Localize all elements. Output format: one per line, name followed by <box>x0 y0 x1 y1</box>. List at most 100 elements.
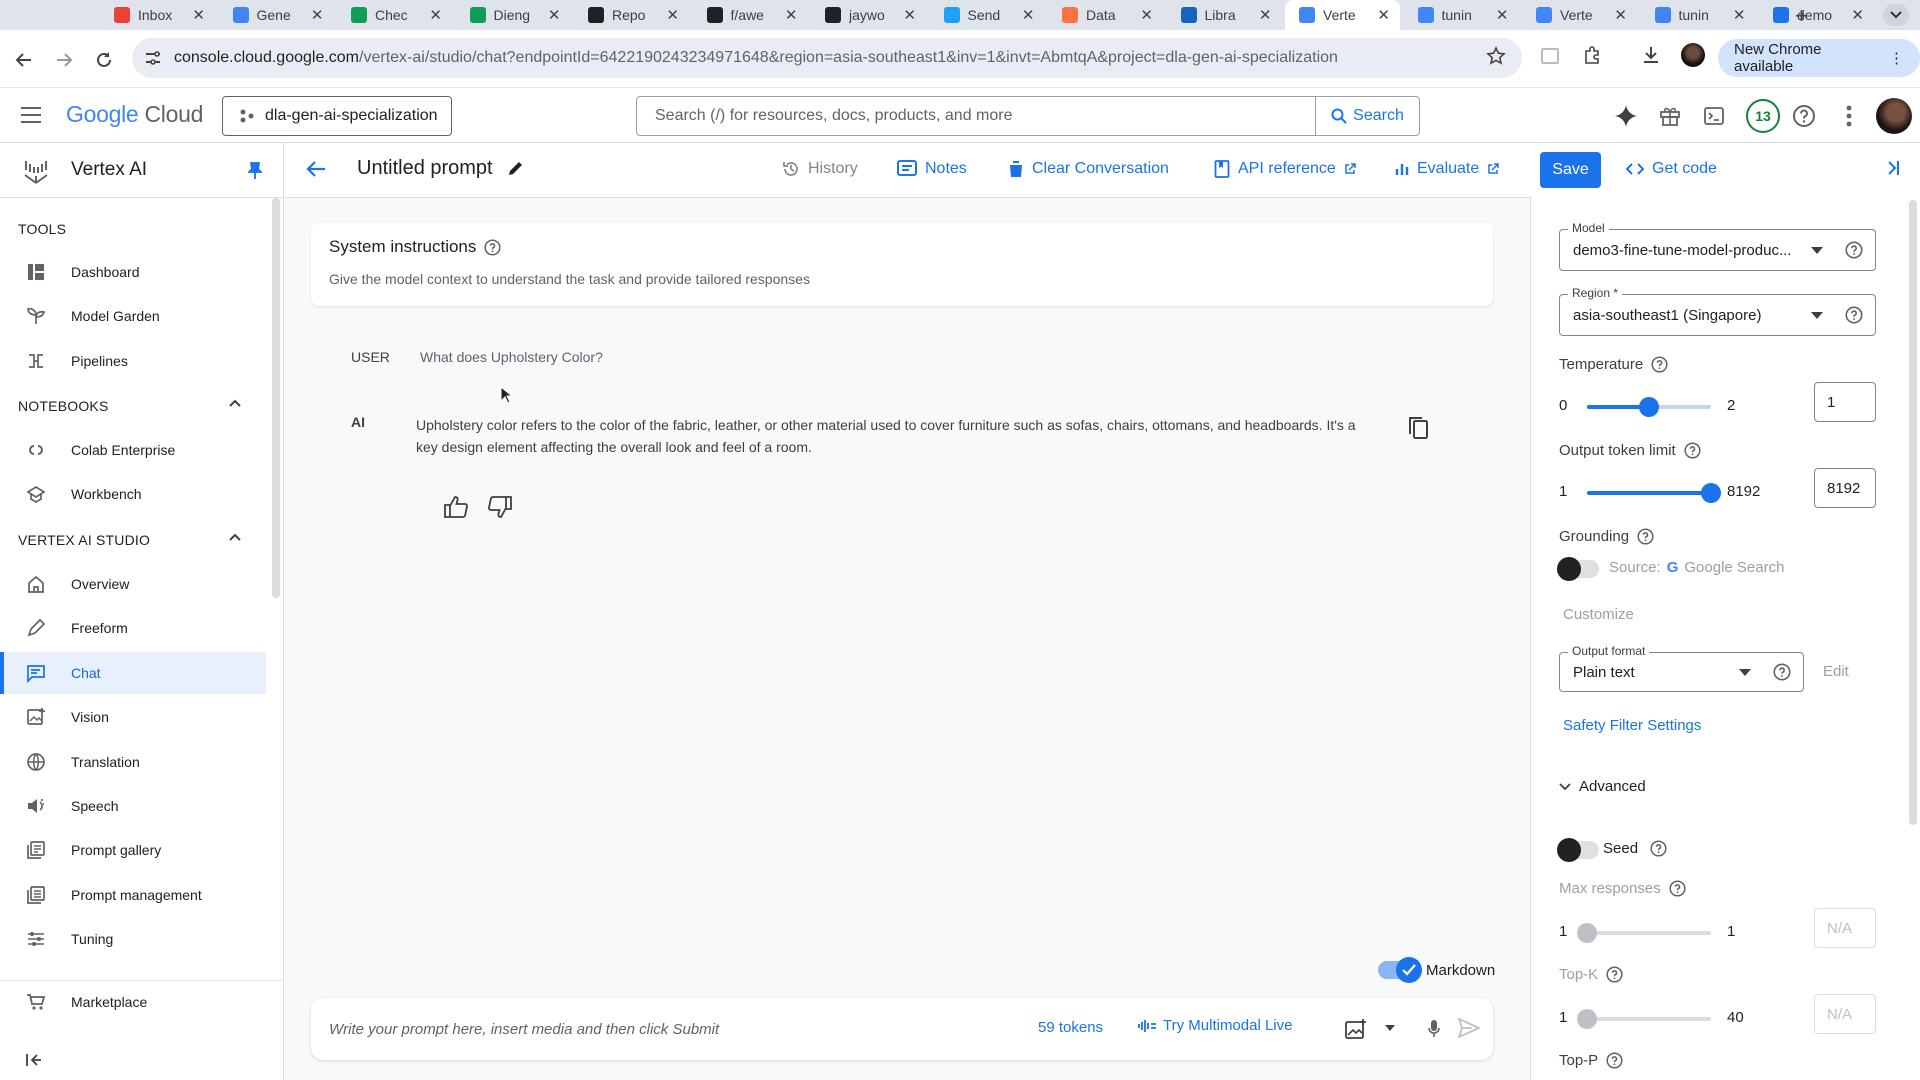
safety-filter-settings-link[interactable]: Safety Filter Settings <box>1563 717 1701 734</box>
account-avatar[interactable] <box>1876 98 1912 134</box>
temperature-input[interactable]: 1 <box>1814 382 1876 422</box>
media-dropdown-icon[interactable] <box>1385 1025 1395 1031</box>
close-tab-icon[interactable]: ✕ <box>666 6 679 24</box>
close-tab-icon[interactable]: ✕ <box>1733 6 1746 24</box>
browser-tab[interactable]: tunin ✕ <box>1641 0 1756 30</box>
seed-toggle[interactable] <box>1557 838 1599 862</box>
more-vert-icon[interactable] <box>1835 102 1863 130</box>
gift-icon[interactable] <box>1656 102 1684 130</box>
new-tab-button[interactable]: + <box>1795 3 1808 29</box>
slider-knob[interactable] <box>1701 483 1721 503</box>
copy-icon[interactable] <box>1407 415 1429 441</box>
sidebar-item-tuning[interactable]: Tuning <box>0 918 266 960</box>
browser-tab[interactable]: Verte ✕ <box>1522 0 1637 30</box>
top-k-input[interactable]: N/A <box>1814 994 1876 1034</box>
browser-tab[interactable]: Chec ✕ <box>337 0 452 30</box>
help-icon[interactable] <box>1637 528 1654 545</box>
cloud-shell-icon[interactable] <box>1700 102 1728 130</box>
close-tab-icon[interactable]: ✕ <box>192 6 205 24</box>
evaluate-link[interactable]: Evaluate <box>1395 160 1500 178</box>
output-limit-input[interactable]: 8192 <box>1814 468 1876 508</box>
model-select[interactable]: Model demo3-fine-tune-model-produc... <box>1559 221 1876 271</box>
project-selector[interactable]: dla-gen-ai-specialization <box>222 96 452 136</box>
top-k-slider[interactable] <box>1577 1009 1711 1029</box>
sidebar-item-chat[interactable]: Chat <box>0 651 266 694</box>
address-bar[interactable]: console.cloud.google.com/vertex-ai/studi… <box>132 38 1522 78</box>
help-icon[interactable] <box>1845 241 1863 259</box>
sidebar-item-translation[interactable]: Translation <box>0 741 266 783</box>
microphone-icon[interactable] <box>1428 1019 1440 1039</box>
help-icon[interactable] <box>1790 102 1818 130</box>
main-menu-icon[interactable] <box>20 106 42 124</box>
sidebar-item-colab-enterprise[interactable]: Colab Enterprise <box>0 429 266 471</box>
help-icon[interactable] <box>1845 306 1863 324</box>
close-tab-icon[interactable]: ✕ <box>1851 6 1864 24</box>
history-button[interactable]: History <box>782 160 858 178</box>
markdown-switch[interactable] <box>1378 957 1422 983</box>
cast-icon[interactable] <box>1541 48 1559 64</box>
back-button[interactable] <box>12 48 36 72</box>
pin-icon[interactable] <box>248 162 262 180</box>
max-responses-input[interactable]: N/A <box>1814 908 1876 948</box>
sidebar-item-speech[interactable]: Speech <box>0 785 266 827</box>
close-tab-icon[interactable]: ✕ <box>1496 6 1509 24</box>
close-tab-icon[interactable]: ✕ <box>311 6 324 24</box>
close-tab-icon[interactable]: ✕ <box>1022 6 1035 24</box>
sidebar-item-vision[interactable]: Vision <box>0 696 266 738</box>
browser-tab[interactable]: tunin ✕ <box>1404 0 1519 30</box>
notifications-badge[interactable]: 13 <box>1746 99 1780 133</box>
notebooks-section-header[interactable]: NOTEBOOKS <box>18 398 258 414</box>
user-message[interactable]: What does Upholstery Color? <box>420 349 603 365</box>
bookmark-star-icon[interactable] <box>1486 46 1506 66</box>
browser-tab[interactable]: jaywo ✕ <box>811 0 926 30</box>
browser-tab[interactable]: f/awe ✕ <box>693 0 808 30</box>
sidebar-item-overview[interactable]: Overview <box>0 563 266 605</box>
help-icon[interactable] <box>1684 442 1701 459</box>
reload-button[interactable] <box>92 48 116 72</box>
collapse-sidebar-icon[interactable] <box>26 1053 42 1067</box>
collapse-panel-icon[interactable] <box>1884 160 1900 176</box>
browser-tab[interactable]: Verte ✕ <box>1285 0 1400 30</box>
browser-tab[interactable]: Inbox ✕ <box>100 0 215 30</box>
save-button[interactable]: Save <box>1540 152 1601 188</box>
help-icon[interactable] <box>1650 840 1667 857</box>
sidebar-item-pipelines[interactable]: Pipelines <box>0 340 266 382</box>
clear-conversation-button[interactable]: Clear Conversation <box>1008 160 1169 178</box>
slider-knob[interactable] <box>1577 923 1597 943</box>
grounding-toggle[interactable] <box>1557 557 1599 581</box>
sidebar-scrollbar[interactable] <box>272 198 280 598</box>
back-arrow-icon[interactable] <box>305 159 327 179</box>
prompt-input[interactable] <box>329 1012 949 1046</box>
close-tab-icon[interactable]: ✕ <box>903 6 916 24</box>
close-tab-icon[interactable]: ✕ <box>548 6 561 24</box>
sidebar-item-workbench[interactable]: Workbench <box>0 473 266 515</box>
output-format-select[interactable]: Output format Plain text <box>1559 644 1804 692</box>
help-icon[interactable] <box>1606 966 1623 983</box>
insert-media-icon[interactable] <box>1345 1018 1367 1040</box>
browser-tab[interactable]: demo ✕ <box>1759 0 1874 30</box>
help-icon[interactable] <box>1669 880 1686 897</box>
close-tab-icon[interactable]: ✕ <box>1259 6 1272 24</box>
search-button[interactable]: Search <box>1315 97 1419 135</box>
edit-pencil-icon[interactable] <box>507 159 525 177</box>
help-icon[interactable] <box>1606 1052 1623 1069</box>
forward-button[interactable] <box>52 48 76 72</box>
update-chrome-button[interactable]: New Chrome available ⋮ <box>1718 39 1920 77</box>
help-icon[interactable] <box>1651 356 1668 373</box>
browser-tab[interactable]: Dieng ✕ <box>456 0 571 30</box>
profile-avatar[interactable] <box>1681 43 1705 67</box>
send-icon[interactable] <box>1458 1018 1480 1038</box>
sidebar-item-prompt-management[interactable]: Prompt management <box>0 874 266 916</box>
close-tab-icon[interactable]: ✕ <box>785 6 798 24</box>
extensions-icon[interactable] <box>1583 45 1603 65</box>
sidebar-item-freeform[interactable]: Freeform <box>0 607 266 649</box>
google-cloud-logo[interactable]: Google Cloud <box>66 101 203 128</box>
slider-knob[interactable] <box>1577 1009 1597 1029</box>
help-icon[interactable] <box>1773 663 1791 681</box>
token-count[interactable]: 59 tokens <box>1038 1019 1103 1036</box>
close-tab-icon[interactable]: ✕ <box>1377 6 1390 24</box>
customize-button[interactable]: Customize <box>1563 606 1634 623</box>
region-select[interactable]: Region * asia-southeast1 (Singapore) <box>1559 286 1876 336</box>
close-tab-icon[interactable]: ✕ <box>1614 6 1627 24</box>
system-instructions-card[interactable]: System instructions Give the model conte… <box>311 223 1493 306</box>
